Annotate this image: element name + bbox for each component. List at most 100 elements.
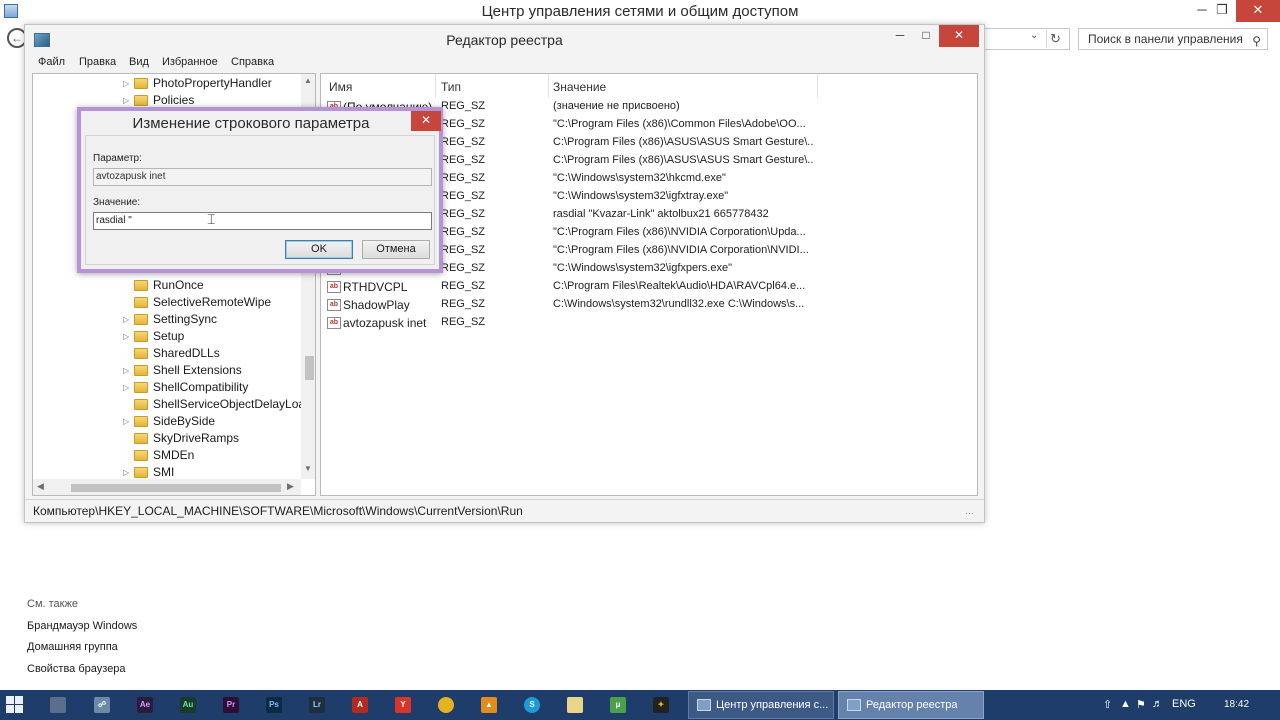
folder-icon xyxy=(134,95,148,106)
tree-item-label: ShellCompatibility xyxy=(153,380,249,394)
value-type: REG_SZ xyxy=(441,154,486,166)
folder-icon[interactable] xyxy=(567,697,583,713)
close-icon[interactable]: ✕ xyxy=(1236,0,1280,22)
task-registry-editor[interactable]: Редактор реестра xyxy=(838,691,984,719)
task-label: Центр управления с... xyxy=(716,699,829,711)
edit-string-dialog: Изменение строкового параметра ✕ Парамет… xyxy=(77,107,443,273)
minimize-icon[interactable]: ─ xyxy=(887,25,913,47)
language-indicator[interactable]: ENG xyxy=(1172,698,1196,710)
value-type: REG_SZ xyxy=(441,118,486,130)
tray-chevron-icon[interactable]: ⇧ xyxy=(1103,698,1112,711)
control-panel-icon xyxy=(697,699,711,711)
column-divider[interactable] xyxy=(435,74,436,98)
refresh-icon[interactable]: ↻ xyxy=(1046,30,1064,48)
scroll-thumb[interactable] xyxy=(305,356,314,380)
resize-grip-icon[interactable]: ⋯ xyxy=(965,508,974,519)
expand-arrow-icon[interactable]: ▷ xyxy=(123,79,129,88)
value-data: "C:\Program Files (x86)\Common Files\Ado… xyxy=(553,118,806,130)
string-value-icon: ab xyxy=(327,299,341,311)
explorer-icon[interactable] xyxy=(50,697,66,713)
close-icon[interactable]: ✕ xyxy=(411,111,441,131)
chevron-down-icon[interactable]: ⌄ xyxy=(1030,30,1042,41)
link-homegroup[interactable]: Домашняя группа xyxy=(27,637,137,659)
chrome-icon[interactable] xyxy=(438,697,454,713)
link-firewall[interactable]: Брандмауэр Windows xyxy=(27,616,137,638)
parameter-name-field[interactable]: avtozapusk inet xyxy=(93,168,432,186)
value-type: REG_SZ xyxy=(441,208,486,220)
expand-arrow-icon[interactable]: ▷ xyxy=(123,383,129,392)
menu-help[interactable]: Справка xyxy=(231,56,274,68)
search-input[interactable]: Поиск в панели управления ⚲ xyxy=(1078,28,1268,50)
close-icon[interactable]: ✕ xyxy=(939,25,979,47)
expand-arrow-icon[interactable]: ▷ xyxy=(123,332,129,341)
expand-arrow-icon[interactable]: ▷ xyxy=(123,315,129,324)
clock[interactable]: 18:42 xyxy=(1224,699,1249,710)
flag-icon[interactable]: ⚑ xyxy=(1136,698,1146,711)
premiere-icon[interactable]: Pr xyxy=(223,697,239,713)
text-cursor-icon: ⌶ xyxy=(207,211,216,227)
scroll-left-icon[interactable]: ◀ xyxy=(37,481,44,492)
yandex-browser-icon[interactable]: Y xyxy=(395,697,411,713)
dialog-title: Изменение строкового параметра xyxy=(132,115,370,132)
menu-view[interactable]: Вид xyxy=(129,56,149,68)
value-type: REG_SZ xyxy=(441,262,486,274)
column-header-data[interactable]: Значение xyxy=(553,80,606,94)
task-control-panel[interactable]: Центр управления с... xyxy=(688,691,834,719)
search-icon[interactable]: ⚲ xyxy=(1252,31,1261,51)
folder-icon xyxy=(134,467,148,478)
windows-start-icon[interactable] xyxy=(6,696,23,713)
value-row[interactable]: ab ShadowPlay REG_SZ C:\Windows\system32… xyxy=(321,296,977,314)
scroll-up-icon[interactable]: ▲ xyxy=(304,76,312,85)
value-type: REG_SZ xyxy=(441,226,486,238)
control-panel-icon[interactable]: ☍ xyxy=(94,697,110,713)
value-data: rasdial "Kvazar-Link" aktolbux21 6657784… xyxy=(553,208,769,220)
media-app-icon[interactable]: ✦ xyxy=(653,697,669,713)
scroll-thumb[interactable] xyxy=(71,484,281,492)
control-panel-titlebar: Центр управления сетями и общим доступом… xyxy=(0,0,1280,24)
skype-icon[interactable]: S xyxy=(524,697,540,713)
acrobat-icon[interactable]: A xyxy=(352,697,368,713)
expand-arrow-icon[interactable]: ▷ xyxy=(123,468,129,477)
cancel-button[interactable]: Отмена xyxy=(362,240,430,259)
menu-favorites[interactable]: Избранное xyxy=(162,56,218,68)
link-browser-properties[interactable]: Свойства браузера xyxy=(27,659,137,681)
maximize-icon[interactable]: ❐ xyxy=(1204,0,1240,22)
expand-arrow-icon[interactable]: ▷ xyxy=(123,96,129,105)
expand-arrow-icon[interactable]: ▷ xyxy=(123,417,129,426)
value-data: C:\Windows\system32\rundll32.exe C:\Wind… xyxy=(553,298,805,310)
lightroom-icon[interactable]: Lr xyxy=(309,697,325,713)
value-type: REG_SZ xyxy=(441,190,486,202)
tree-item-label: SettingSync xyxy=(153,312,218,326)
value-row[interactable]: ab avtozapusk inet REG_SZ xyxy=(321,314,977,332)
value-data-field[interactable]: rasdial " xyxy=(93,212,432,230)
value-name: ShadowPlay xyxy=(343,298,410,312)
folder-icon xyxy=(134,78,148,89)
network-icon[interactable]: ▲ xyxy=(1120,698,1131,710)
photoshop-icon[interactable]: Ps xyxy=(266,697,282,713)
parameter-label: Параметр: xyxy=(93,153,142,164)
value-data: (значение не присвоено) xyxy=(553,100,680,112)
menu-bar: Файл Правка Вид Избранное Справка xyxy=(25,55,984,73)
vlc-icon[interactable]: ▲ xyxy=(481,697,497,713)
audition-icon[interactable]: Au xyxy=(180,697,196,713)
value-row[interactable]: ab RTHDVCPL REG_SZ C:\Program Files\Real… xyxy=(321,278,977,296)
tree-horizontal-scrollbar[interactable]: ◀ ▶ xyxy=(33,479,301,495)
scroll-down-icon[interactable]: ▼ xyxy=(304,464,312,473)
menu-file[interactable]: Файл xyxy=(38,56,65,68)
tree-item-label: Shell Extensions xyxy=(153,363,242,377)
menu-edit[interactable]: Правка xyxy=(79,56,116,68)
ok-button[interactable]: OK xyxy=(285,240,353,259)
utorrent-icon[interactable]: μ xyxy=(610,697,626,713)
scroll-right-icon[interactable]: ▶ xyxy=(287,481,294,492)
maximize-icon[interactable]: □ xyxy=(913,25,939,47)
column-divider[interactable] xyxy=(817,74,818,98)
expand-arrow-icon[interactable]: ▷ xyxy=(123,366,129,375)
value-type: REG_SZ xyxy=(441,298,486,310)
dialog-body: Параметр: avtozapusk inet Значение: rasd… xyxy=(85,135,435,265)
after-effects-icon[interactable]: Ae xyxy=(137,697,153,713)
column-header-type[interactable]: Тип xyxy=(441,80,461,94)
value-data: C:\Program Files (x86)\ASUS\ASUS Smart G… xyxy=(553,154,813,166)
column-header-name[interactable]: Имя xyxy=(329,80,352,94)
column-divider[interactable] xyxy=(548,74,549,98)
volume-icon[interactable]: ♬ xyxy=(1152,698,1163,710)
